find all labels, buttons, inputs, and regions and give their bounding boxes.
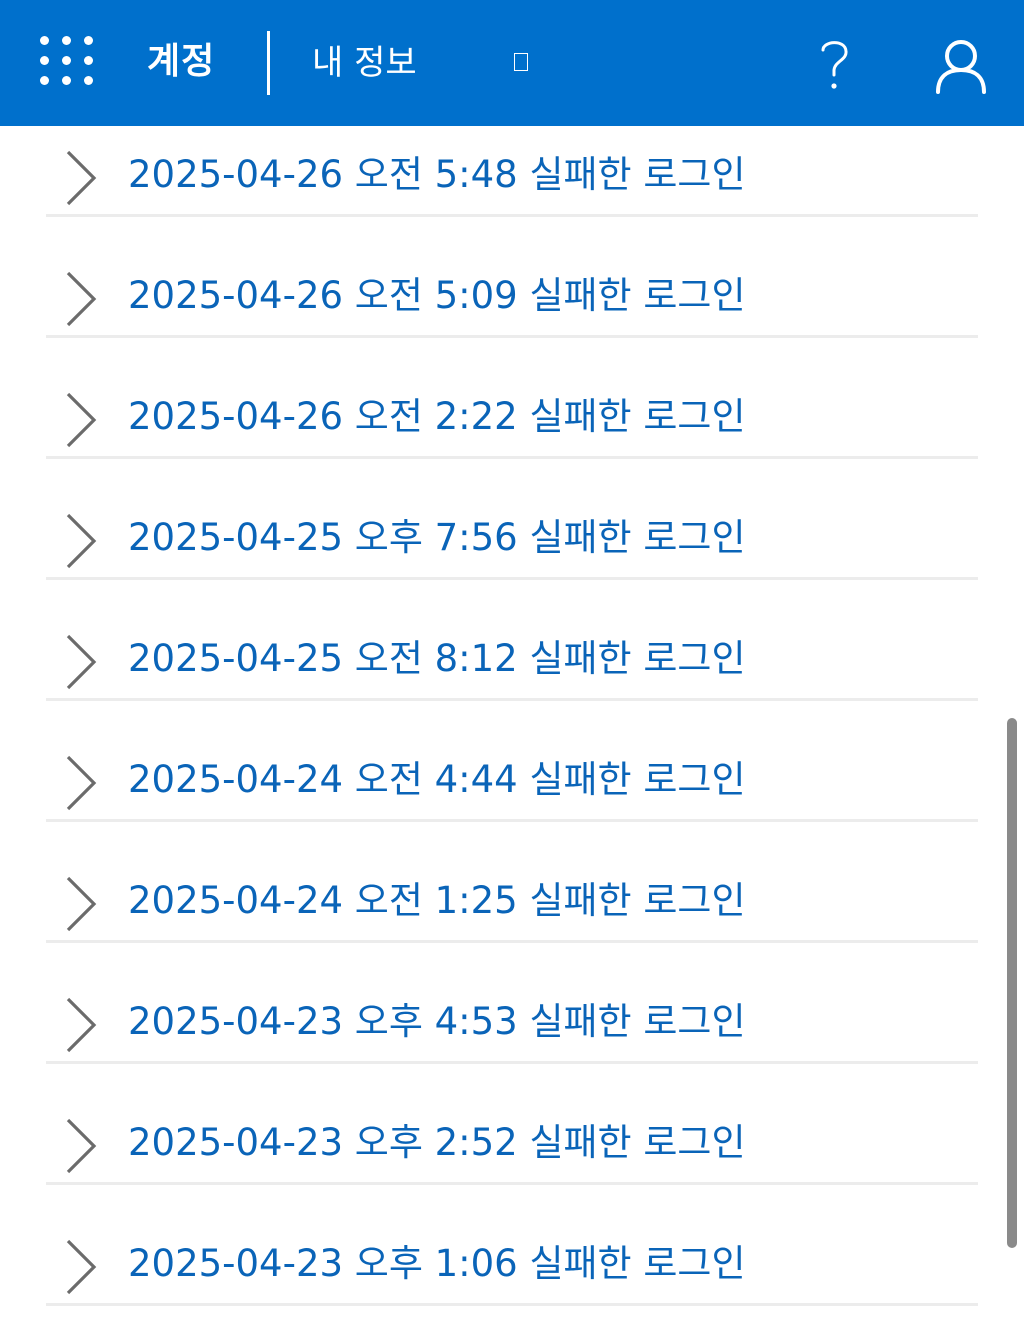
chevron-right-icon[interactable] xyxy=(60,271,100,327)
row-divider xyxy=(46,1303,978,1306)
activity-row[interactable]: 2025-04-25 오전 8:12 실패한 로그인 xyxy=(0,610,1024,731)
chevron-right-icon[interactable] xyxy=(60,755,100,811)
activity-row[interactable]: 2025-04-26 오전 5:09 실패한 로그인 xyxy=(0,247,1024,368)
row-divider xyxy=(46,1061,978,1064)
chevron-right-icon[interactable] xyxy=(60,392,100,448)
activity-row-label[interactable]: 2025-04-23 오후 1:06 실패한 로그인 xyxy=(128,1239,745,1289)
activity-row[interactable]: 2025-04-25 오후 7:56 실패한 로그인 xyxy=(0,489,1024,610)
question-mark-icon[interactable] xyxy=(810,34,858,92)
activity-row[interactable]: 2025-04-24 오전 4:44 실패한 로그인 xyxy=(0,731,1024,852)
missing-glyph-icon xyxy=(514,53,528,71)
row-divider xyxy=(46,214,978,217)
chevron-right-icon[interactable] xyxy=(60,1118,100,1174)
row-divider xyxy=(46,1182,978,1185)
chevron-right-icon[interactable] xyxy=(60,876,100,932)
chevron-right-icon[interactable] xyxy=(60,513,100,569)
vertical-scrollbar-thumb[interactable] xyxy=(1007,718,1017,1248)
activity-row[interactable]: 2025-04-23 오후 2:52 실패한 로그인 xyxy=(0,1094,1024,1215)
activity-row-label[interactable]: 2025-04-25 오전 8:12 실패한 로그인 xyxy=(128,634,745,684)
activity-row-label[interactable]: 2025-04-26 오전 5:48 실패한 로그인 xyxy=(128,150,745,200)
chevron-right-icon[interactable] xyxy=(60,1239,100,1295)
row-divider xyxy=(46,577,978,580)
sign-in-activity-list: 2025-04-26 오전 5:48 실패한 로그인 2025-04-26 오전 … xyxy=(0,126,1024,1336)
row-divider xyxy=(46,335,978,338)
row-divider xyxy=(46,819,978,822)
activity-row-label[interactable]: 2025-04-25 오후 7:56 실패한 로그인 xyxy=(128,513,745,563)
activity-row-label[interactable]: 2025-04-23 오후 4:53 실패한 로그인 xyxy=(128,997,745,1047)
chevron-right-icon[interactable] xyxy=(60,150,100,206)
activity-row[interactable]: 2025-04-26 오전 5:48 실패한 로그인 xyxy=(0,126,1024,247)
top-navigation-bar: 계정 내 정보 xyxy=(0,0,1024,126)
row-divider xyxy=(46,456,978,459)
activity-row[interactable]: 2025-04-23 오후 1:06 실패한 로그인 xyxy=(0,1215,1024,1336)
activity-row-label[interactable]: 2025-04-26 오전 2:22 실패한 로그인 xyxy=(128,392,745,442)
activity-row[interactable]: 2025-04-23 오후 4:53 실패한 로그인 xyxy=(0,973,1024,1094)
breadcrumb-my-info[interactable]: 내 정보 xyxy=(312,40,417,86)
activity-row[interactable]: 2025-04-24 오전 1:25 실패한 로그인 xyxy=(0,852,1024,973)
activity-row-label[interactable]: 2025-04-23 오후 2:52 실패한 로그인 xyxy=(128,1118,745,1168)
row-divider xyxy=(46,940,978,943)
app-title[interactable]: 계정 xyxy=(147,38,215,86)
header-divider xyxy=(267,31,270,95)
user-profile-icon[interactable] xyxy=(934,38,988,94)
activity-row[interactable]: 2025-04-26 오전 2:22 실패한 로그인 xyxy=(0,368,1024,489)
chevron-right-icon[interactable] xyxy=(60,634,100,690)
activity-row-label[interactable]: 2025-04-24 오전 1:25 실패한 로그인 xyxy=(128,876,745,926)
row-divider xyxy=(46,698,978,701)
app-launcher-icon[interactable] xyxy=(40,36,94,90)
activity-row-label[interactable]: 2025-04-24 오전 4:44 실패한 로그인 xyxy=(128,755,745,805)
activity-row-label[interactable]: 2025-04-26 오전 5:09 실패한 로그인 xyxy=(128,271,745,321)
chevron-right-icon[interactable] xyxy=(60,997,100,1053)
